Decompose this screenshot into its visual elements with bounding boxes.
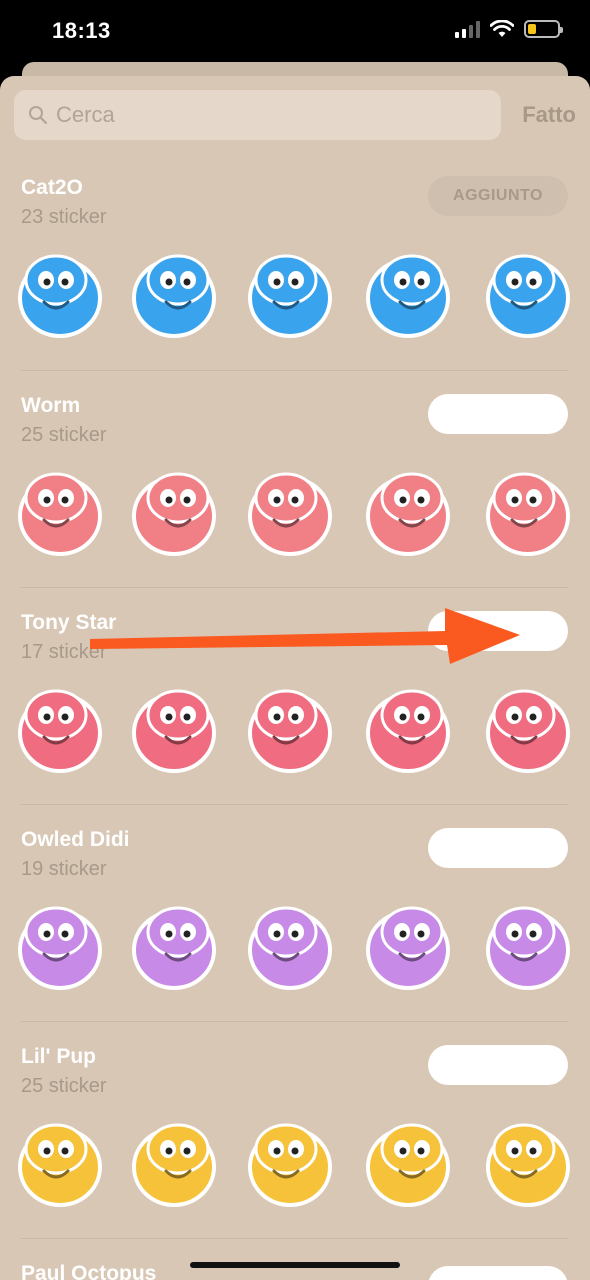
- status-bar: 18:13: [0, 0, 590, 64]
- sticker[interactable]: [358, 454, 458, 564]
- sticker-row: [0, 454, 590, 564]
- sticker-row: [0, 888, 590, 998]
- search-row: Cerca Fatto: [14, 90, 576, 140]
- pack-title: Paul Octopus: [21, 1262, 157, 1280]
- status-icons: [455, 20, 563, 38]
- sticker-pack[interactable]: Owled Didi 19 sticker: [0, 828, 590, 1045]
- pack-count: 25 sticker: [21, 424, 107, 446]
- sticker[interactable]: [358, 671, 458, 781]
- sticker-row: [0, 671, 590, 781]
- sticker[interactable]: [124, 1105, 224, 1215]
- sticker[interactable]: [478, 236, 578, 346]
- pack-title: Worm: [21, 394, 81, 417]
- pack-count: 23 sticker: [21, 206, 107, 228]
- search-input[interactable]: Cerca: [14, 90, 501, 140]
- sticker[interactable]: [478, 1105, 578, 1215]
- sticker-sheet: Cerca Fatto Cat2O 23 sticker AGGIUNTO Wo…: [0, 76, 590, 1280]
- sticker[interactable]: [240, 1105, 340, 1215]
- pack-title: Cat2O: [21, 176, 83, 199]
- signal-icon: [455, 20, 480, 38]
- divider: [21, 804, 568, 805]
- sticker[interactable]: [10, 236, 110, 346]
- divider: [21, 1021, 568, 1022]
- sticker[interactable]: [358, 236, 458, 346]
- sticker[interactable]: [478, 888, 578, 998]
- sticker[interactable]: [240, 888, 340, 998]
- divider: [21, 587, 568, 588]
- pack-title: Lil' Pup: [21, 1045, 96, 1068]
- sticker[interactable]: [10, 454, 110, 564]
- sticker[interactable]: [124, 236, 224, 346]
- sticker[interactable]: [10, 888, 110, 998]
- sticker[interactable]: [478, 454, 578, 564]
- added-button[interactable]: AGGIUNTO: [428, 176, 568, 216]
- sticker[interactable]: [124, 888, 224, 998]
- search-placeholder: Cerca: [56, 102, 115, 127]
- sticker[interactable]: [10, 1105, 110, 1215]
- add-pack-button[interactable]: [428, 1266, 568, 1280]
- sticker-row: [0, 1105, 590, 1215]
- home-indicator: [190, 1262, 400, 1268]
- divider: [21, 370, 568, 371]
- status-time: 18:13: [52, 18, 111, 43]
- sticker-pack[interactable]: Lil' Pup 25 sticker: [0, 1045, 590, 1262]
- pack-count: 19 sticker: [21, 858, 107, 880]
- sticker[interactable]: [124, 454, 224, 564]
- add-pack-button[interactable]: [428, 828, 568, 868]
- sticker[interactable]: [358, 888, 458, 998]
- search-icon: [29, 106, 48, 125]
- sticker[interactable]: [358, 1105, 458, 1215]
- sticker[interactable]: [240, 236, 340, 346]
- sticker[interactable]: [124, 671, 224, 781]
- pack-title: Owled Didi: [21, 828, 130, 851]
- sticker[interactable]: [240, 454, 340, 564]
- sticker-pack[interactable]: Worm 25 sticker: [0, 394, 590, 611]
- sticker-row: [0, 236, 590, 346]
- sticker-pack[interactable]: Cat2O 23 sticker AGGIUNTO: [0, 176, 590, 393]
- add-pack-button[interactable]: [428, 394, 568, 434]
- done-button[interactable]: Fatto: [522, 102, 576, 128]
- sticker[interactable]: [478, 671, 578, 781]
- sticker[interactable]: [10, 671, 110, 781]
- battery-fill: [528, 24, 537, 34]
- pack-count: 25 sticker: [21, 1075, 107, 1097]
- sticker[interactable]: [240, 671, 340, 781]
- add-pack-button[interactable]: [428, 1045, 568, 1085]
- arrow-icon: [90, 608, 520, 664]
- battery-icon: [524, 20, 563, 38]
- divider: [21, 1238, 568, 1239]
- wifi-icon: [490, 20, 514, 37]
